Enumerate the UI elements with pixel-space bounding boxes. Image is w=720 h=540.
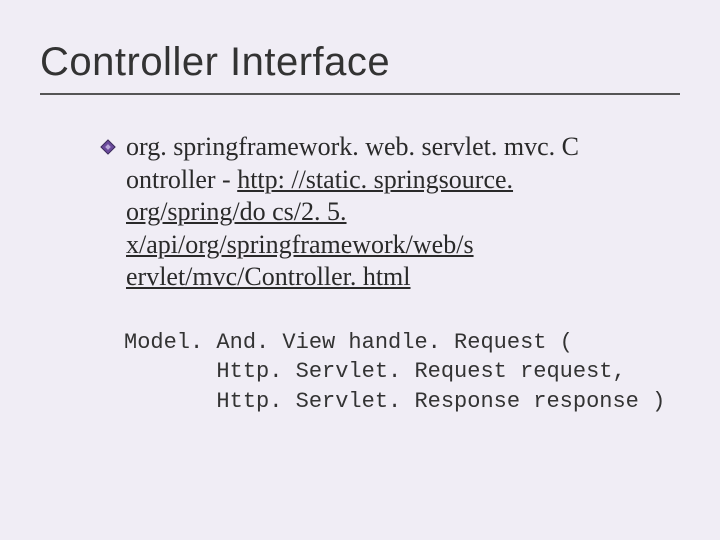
slide-body: org. springframework. web. servlet. mvc.…	[40, 131, 680, 417]
slide-title: Controller Interface	[40, 40, 680, 85]
slide: Controller Interface org. springframewor…	[0, 0, 720, 540]
title-rule	[40, 93, 680, 95]
bullet-text: org. springframework. web. servlet. mvc.…	[126, 131, 640, 294]
diamond-bullet-icon	[100, 139, 116, 155]
code-block: Model. And. View handle. Request ( Http.…	[100, 328, 640, 417]
bullet-item: org. springframework. web. servlet. mvc.…	[100, 131, 640, 294]
